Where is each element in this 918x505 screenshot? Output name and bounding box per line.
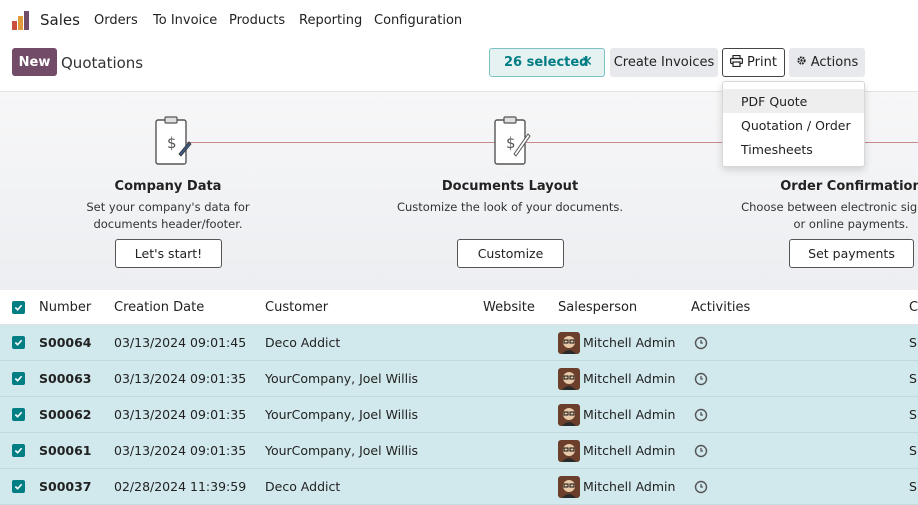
- menu-configuration[interactable]: Configuration: [374, 13, 462, 28]
- cell-salesperson: Mitchell Admin: [583, 371, 676, 386]
- step-order-confirmation-title: Order Confirmation: [780, 179, 918, 194]
- cell-date: 02/28/2024 11:39:59: [114, 479, 247, 494]
- avatar: [558, 476, 580, 498]
- cell-customer: YourCompany, Joel Willis: [265, 371, 419, 386]
- menu-orders[interactable]: Orders: [94, 13, 138, 28]
- table-row[interactable]: S00063 03/13/2024 09:01:35 YourCompany, …: [0, 361, 918, 397]
- step-documents-layout-desc: Customize the look of your documents.: [390, 199, 630, 216]
- gear-icon: [796, 55, 807, 70]
- cell-customer: YourCompany, Joel Willis: [265, 443, 419, 458]
- column-number[interactable]: Number: [39, 300, 91, 315]
- print-menu-quotation-order[interactable]: Quotation / Order: [723, 113, 864, 137]
- cell-number: S00061: [39, 443, 92, 458]
- step-order-confirmation-desc-line2: or online payments.: [793, 217, 909, 231]
- customize-button[interactable]: Customize: [457, 239, 564, 268]
- column-c[interactable]: C: [909, 300, 918, 315]
- print-label: Print: [747, 55, 777, 70]
- selected-count: 26 selected: [504, 55, 589, 70]
- clear-selection-icon[interactable]: ✕: [581, 54, 593, 70]
- top-navbar: Sales Orders To Invoice Products Reporti…: [0, 0, 918, 42]
- step-order-confirmation-desc-line1: Choose between electronic signatures: [741, 200, 918, 214]
- page-title[interactable]: Quotations: [61, 54, 143, 72]
- checkbox-checked-icon[interactable]: [12, 301, 25, 314]
- cell-salesperson: Mitchell Admin: [583, 479, 676, 494]
- table-header: Number Creation Date Customer Website Sa…: [0, 290, 918, 325]
- cell-salesperson: Mitchell Admin: [583, 407, 676, 422]
- checkbox-checked-icon[interactable]: [12, 372, 25, 385]
- cell-status: S: [909, 407, 917, 422]
- clock-icon[interactable]: [694, 407, 708, 422]
- step-order-confirmation-desc: Choose between electronic signatures or …: [731, 199, 918, 233]
- step-documents-layout-title: Documents Layout: [441, 179, 579, 194]
- printer-icon: [730, 54, 744, 71]
- print-menu-timesheets[interactable]: Timesheets: [723, 137, 864, 161]
- print-dropdown-menu: PDF Quote Quotation / Order Timesheets: [722, 81, 865, 167]
- print-button[interactable]: Print: [722, 48, 785, 77]
- column-website[interactable]: Website: [483, 300, 535, 315]
- menu-to-invoice[interactable]: To Invoice: [153, 13, 217, 28]
- step-company-data-desc-line2: documents header/footer.: [93, 217, 243, 231]
- menu-reporting[interactable]: Reporting: [299, 13, 362, 28]
- selection-badge: 26 selected ✕: [489, 48, 605, 77]
- cell-date: 03/13/2024 09:01:35: [114, 443, 247, 458]
- cell-status: S: [909, 335, 917, 350]
- table-row[interactable]: S00061 03/13/2024 09:01:35 YourCompany, …: [0, 433, 918, 469]
- clock-icon[interactable]: [694, 479, 708, 494]
- step-documents-layout-desc-line1: Customize the look of your documents.: [396, 200, 624, 214]
- table-row[interactable]: S00037 02/28/2024 11:39:59 Deco Addict M…: [0, 469, 918, 505]
- cell-status: S: [909, 479, 917, 494]
- table-row[interactable]: S00062 03/13/2024 09:01:35 YourCompany, …: [0, 397, 918, 433]
- clock-icon[interactable]: [694, 371, 708, 386]
- cell-salesperson: Mitchell Admin: [583, 443, 676, 458]
- app-name[interactable]: Sales: [40, 11, 80, 29]
- column-activities[interactable]: Activities: [691, 300, 750, 315]
- cell-number: S00037: [39, 479, 92, 494]
- document-layout-icon: $: [492, 112, 532, 174]
- clock-icon[interactable]: [694, 443, 708, 458]
- checkbox-checked-icon[interactable]: [12, 408, 25, 421]
- cell-number: S00064: [39, 335, 92, 350]
- sales-logo-icon[interactable]: [11, 10, 32, 31]
- set-payments-button[interactable]: Set payments: [789, 239, 914, 268]
- svg-text:$: $: [506, 134, 516, 152]
- cell-salesperson: Mitchell Admin: [583, 335, 676, 350]
- avatar: [558, 404, 580, 426]
- column-customer[interactable]: Customer: [265, 300, 328, 315]
- checkbox-checked-icon[interactable]: [12, 444, 25, 457]
- clock-icon[interactable]: [694, 335, 708, 350]
- actions-label: Actions: [810, 55, 859, 70]
- step-company-data-desc: Set your company's data for documents he…: [48, 199, 288, 233]
- document-icon: $: [153, 112, 193, 174]
- step-company-data-desc-line1: Set your company's data for: [86, 200, 250, 214]
- cell-customer: Deco Addict: [265, 335, 341, 350]
- actions-button[interactable]: Actions: [789, 48, 865, 77]
- checkbox-checked-icon[interactable]: [12, 480, 25, 493]
- cell-number: S00063: [39, 371, 92, 386]
- cell-date: 03/13/2024 09:01:35: [114, 407, 247, 422]
- new-button[interactable]: New: [12, 48, 57, 76]
- cell-status: S: [909, 371, 917, 386]
- cell-number: S00062: [39, 407, 92, 422]
- avatar: [558, 440, 580, 462]
- column-salesperson[interactable]: Salesperson: [558, 300, 637, 315]
- create-invoices-button[interactable]: Create Invoices: [610, 48, 718, 77]
- step-company-data-title: Company Data: [114, 179, 222, 194]
- cell-date: 03/13/2024 09:01:45: [114, 335, 247, 350]
- cell-customer: YourCompany, Joel Willis: [265, 407, 419, 422]
- cell-status: S: [909, 443, 917, 458]
- checkbox-checked-icon[interactable]: [12, 336, 25, 349]
- print-menu-pdf-quote[interactable]: PDF Quote: [723, 89, 864, 113]
- cell-date: 03/13/2024 09:01:35: [114, 371, 247, 386]
- column-creation-date[interactable]: Creation Date: [114, 300, 204, 315]
- avatar: [558, 368, 580, 390]
- lets-start-button[interactable]: Let's start!: [115, 239, 222, 268]
- cell-customer: Deco Addict: [265, 479, 341, 494]
- menu-products[interactable]: Products: [229, 13, 285, 28]
- svg-text:$: $: [167, 134, 177, 152]
- table-row[interactable]: S00064 03/13/2024 09:01:45 Deco Addict M…: [0, 325, 918, 361]
- avatar: [558, 332, 580, 354]
